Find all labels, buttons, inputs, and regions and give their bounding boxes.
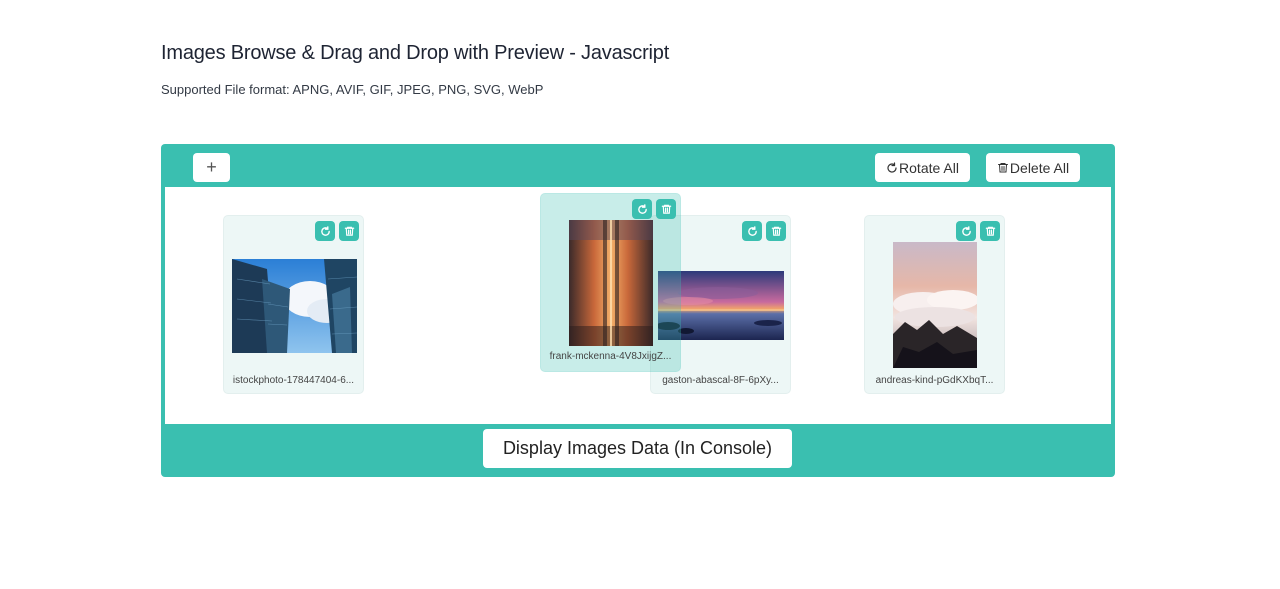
rotate-icon bbox=[961, 225, 971, 236]
rotate-image-button[interactable] bbox=[315, 221, 335, 241]
image-name: istockphoto-178447404-6... bbox=[232, 375, 355, 386]
delete-image-button[interactable] bbox=[339, 221, 359, 241]
image-uploader: + Rotate All Delete All istockphoto-1784… bbox=[161, 144, 1115, 477]
trash-icon bbox=[344, 226, 354, 236]
page-title: Images Browse & Drag and Drop with Previ… bbox=[161, 42, 670, 64]
delete-all-button[interactable]: Delete All bbox=[986, 153, 1080, 182]
trash-icon bbox=[985, 226, 995, 236]
image-thumbnail bbox=[232, 259, 357, 353]
image-thumbnail bbox=[569, 220, 653, 346]
image-name: gaston-abascal-8F-6pXy... bbox=[662, 375, 779, 386]
image-name: frank-mckenna-4V8JxijgZ... bbox=[549, 351, 672, 362]
rotate-icon bbox=[886, 161, 898, 174]
page-subtitle: Supported File format: APNG, AVIF, GIF, … bbox=[161, 82, 544, 97]
display-images-data-button[interactable]: Display Images Data (In Console) bbox=[483, 429, 792, 468]
rotate-image-button[interactable] bbox=[632, 199, 652, 219]
delete-all-label: Delete All bbox=[1009, 159, 1070, 176]
image-card[interactable]: andreas-kind-pGdKXbqT... bbox=[864, 215, 1005, 394]
delete-image-button[interactable] bbox=[656, 199, 676, 219]
rotate-icon bbox=[747, 225, 757, 236]
rotate-image-button[interactable] bbox=[742, 221, 762, 241]
trash-icon bbox=[661, 204, 671, 214]
trash-icon bbox=[771, 226, 781, 236]
rotate-all-label: Rotate All bbox=[899, 159, 959, 176]
rotate-all-button[interactable]: Rotate All bbox=[875, 153, 970, 182]
trash-icon bbox=[997, 161, 1009, 174]
delete-image-button[interactable] bbox=[766, 221, 786, 241]
image-thumbnail bbox=[893, 242, 977, 368]
rotate-icon bbox=[637, 203, 647, 214]
delete-image-button[interactable] bbox=[980, 221, 1000, 241]
image-name: andreas-kind-pGdKXbqT... bbox=[875, 375, 994, 386]
rotate-image-button[interactable] bbox=[956, 221, 976, 241]
image-card[interactable]: istockphoto-178447404-6... bbox=[223, 215, 364, 394]
image-dropzone[interactable]: istockphoto-178447404-6... gaston-abasca… bbox=[165, 187, 1111, 424]
add-image-button[interactable]: + bbox=[193, 153, 230, 182]
rotate-icon bbox=[320, 225, 330, 236]
image-card-dragging[interactable]: frank-mckenna-4V8JxijgZ... bbox=[540, 193, 681, 372]
